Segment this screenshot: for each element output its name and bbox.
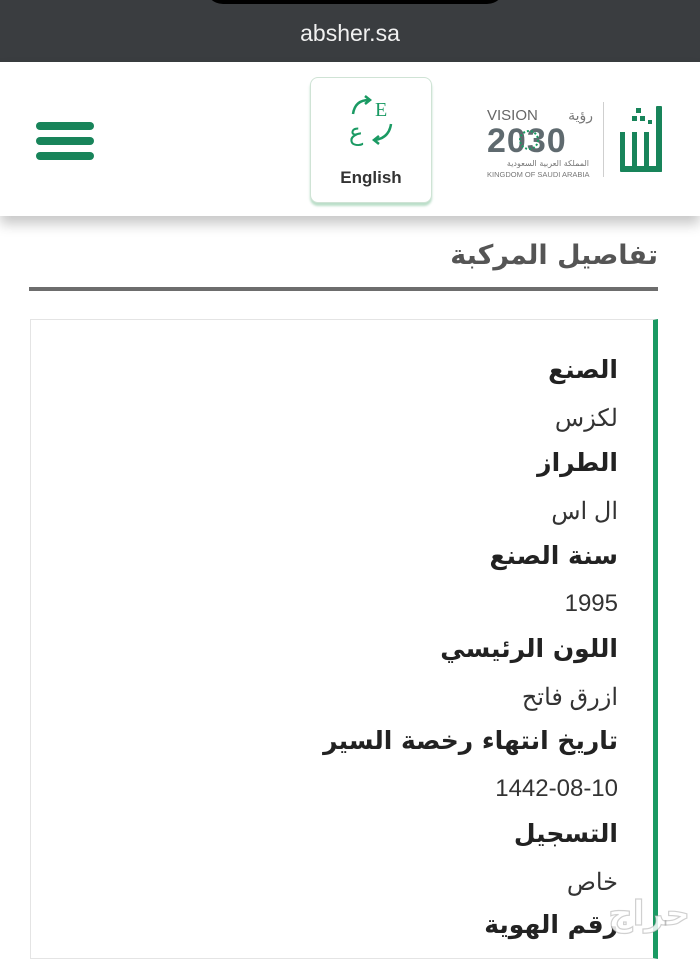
model-label: الطراز [537,448,618,477]
svg-text:E: E [375,99,387,121]
kingdom-arabic: المملكة العربية السعودية [507,159,589,168]
main-color-value: ازرق فاتح [521,684,618,711]
vision-year: 2030 [487,122,567,160]
language-toggle-button[interactable]: E ع English [310,77,432,203]
model-value: ال اس [551,498,618,525]
svg-text:ع: ع [349,118,364,146]
vision-2030-logo: VISION رؤية 2030 المملكة العربية السعودي… [487,107,593,179]
title-divider [29,287,658,291]
haraj-watermark: حراج [608,893,691,934]
watermark-text: حراج [608,894,690,934]
page-title: تفاصيل المركبة [450,240,658,271]
site-header: E ع English VISION رؤية 2030 المملكة الع… [0,62,700,216]
language-switch-icon: E ع [349,95,393,146]
device-notch [205,0,505,4]
make-label: الصنع [548,355,618,384]
vision-arabic: رؤية [568,108,593,124]
absher-logo[interactable] [612,102,668,177]
language-button-label: English [340,168,402,187]
kingdom-english: KINGDOM OF SAUDI ARABIA [487,170,590,179]
menu-icon[interactable] [36,122,96,162]
manufacture-year-label: سنة الصنع [489,541,618,570]
logo-divider [603,102,604,177]
make-value: لكزس [554,405,618,432]
registration-type-label: التسجيل [513,819,618,848]
registration-expiry-value: 1442-08-10 [495,775,618,802]
main-color-label: اللون الرئيسي [440,634,618,663]
browser-url-bar[interactable]: absher.sa [0,0,700,62]
registration-expiry-label: تاريخ انتهاء رخصة السير [323,726,618,755]
manufacture-year-value: 1995 [564,590,618,617]
url-text[interactable]: absher.sa [0,20,700,47]
